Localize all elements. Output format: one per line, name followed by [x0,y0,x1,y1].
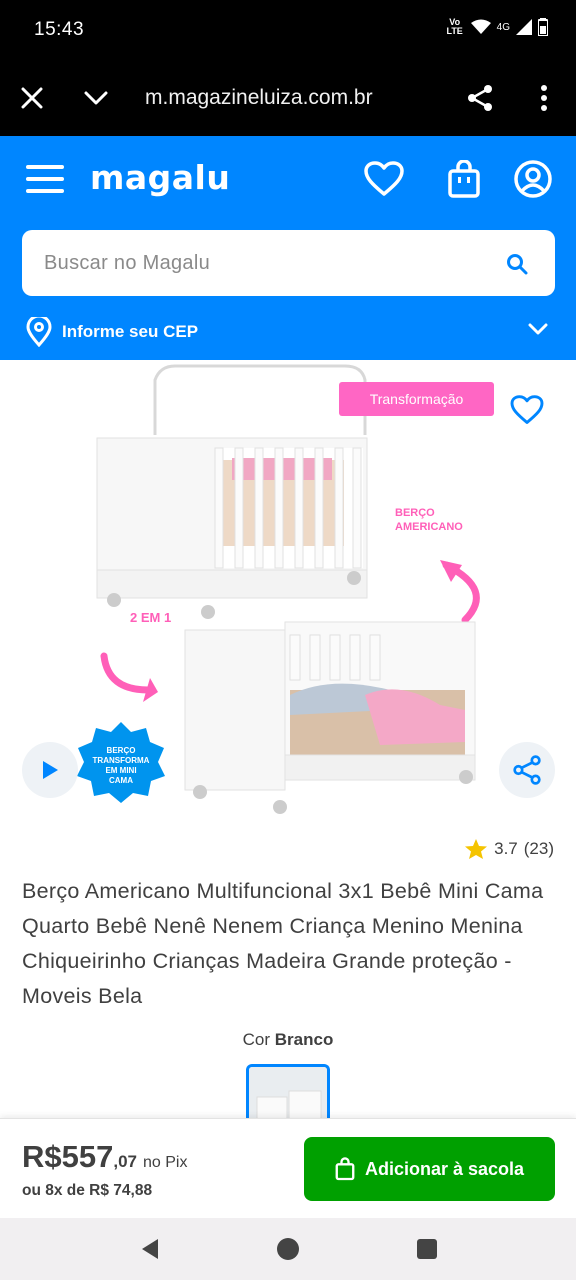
crib-illustration: BERÇO AMERICANO 2 EM 1 BERÇO TRANSFORMA … [77,364,480,814]
label-american: BERÇO [395,507,435,519]
share-page-button[interactable] [462,80,498,116]
signal-icon [516,19,532,35]
share-product-button[interactable] [499,742,555,798]
rating-score: 3.7 [494,839,518,858]
bag-icon [335,1157,355,1181]
heart-icon [510,395,544,424]
cep-label: Informe seu CEP [62,322,199,341]
system-nav-bar [0,1218,576,1280]
chevron-down-icon [84,91,108,105]
color-swatch-branco[interactable] [246,1064,330,1122]
recents-icon[interactable] [416,1238,438,1260]
transformation-badge: Transformação [339,382,494,416]
swatch-thumbnail [249,1067,327,1122]
price-suffix: no Pix [143,1154,188,1171]
product-title: Berço Americano Multifuncional 3x1 Bebê … [22,879,544,1008]
cep-selector[interactable]: Informe seu CEP [26,316,552,348]
product-image[interactable]: BERÇO AMERICANO 2 EM 1 BERÇO TRANSFORMA … [0,360,576,828]
menu-button[interactable] [26,164,64,194]
share-icon [468,85,492,111]
network-type: 4G [496,21,510,33]
color-label-row: Cor Branco [0,1030,576,1050]
purchase-bar: R$557 ,07 no Pix ou 8x de R$ 74,88 Adici… [0,1118,576,1218]
video-play-button[interactable] [22,742,78,798]
volte-indicator: Vo LTE [446,17,463,36]
label-2em1: 2 EM 1 [130,610,171,625]
search-bar [22,230,555,296]
rating-count: (23) [523,839,554,858]
close-icon [21,87,43,109]
svg-text:TRANSFORMA: TRANSFORMA [93,756,150,765]
status-time: 15:43 [34,19,85,40]
status-bar: 15:43 Vo LTE 4G [0,0,576,62]
back-icon[interactable] [138,1237,162,1261]
battery-icon [538,18,548,36]
installments: ou 8x de R$ 74,88 [22,1182,153,1199]
wifi-icon [470,19,491,34]
account-button[interactable] [512,158,554,200]
favorite-button[interactable] [505,390,549,430]
wishlist-button[interactable] [363,158,405,200]
user-icon [514,160,552,198]
product-rating[interactable]: 3.7 (23) [464,838,554,860]
cart-button[interactable] [443,158,485,200]
search-input[interactable] [44,248,484,278]
color-label: Cor [242,1030,271,1049]
bag-icon [448,160,480,198]
svg-text:CAMA: CAMA [109,776,133,785]
chevron-down-icon [528,323,548,335]
magalu-logo[interactable]: magalu [90,158,230,197]
svg-text:EM MINI: EM MINI [105,766,136,775]
search-icon[interactable] [505,252,529,276]
menu-icon [26,165,64,193]
site-header: magalu Informe seu CEP [0,136,576,360]
add-to-bag-button[interactable]: Adicionar à sacola [304,1137,555,1201]
star-icon [465,839,488,859]
home-icon[interactable] [276,1237,300,1261]
price-cents: ,07 [113,1152,137,1171]
share-icon [513,755,541,785]
price-main: R$557 [22,1139,114,1174]
add-to-bag-label: Adicionar à sacola [364,1158,525,1179]
more-vert-icon [541,85,547,111]
heart-icon [364,161,404,196]
svg-text:BERÇO: BERÇO [107,746,136,755]
color-value: Branco [274,1030,334,1049]
location-pin-icon [26,317,52,347]
transform-seal: BERÇO TRANSFORMA EM MINI CAMA [77,722,165,803]
price: R$557 ,07 no Pix [22,1139,187,1175]
close-tab-button[interactable] [14,80,50,116]
url-text[interactable]: m.magazineluiza.com.br [145,86,373,110]
minimize-button[interactable] [78,80,114,116]
more-options-button[interactable] [526,80,562,116]
browser-toolbar: m.magazineluiza.com.br [0,62,576,136]
status-icons: Vo LTE 4G [445,18,548,36]
svg-text:AMERICANO: AMERICANO [395,521,463,533]
play-icon [43,761,58,779]
